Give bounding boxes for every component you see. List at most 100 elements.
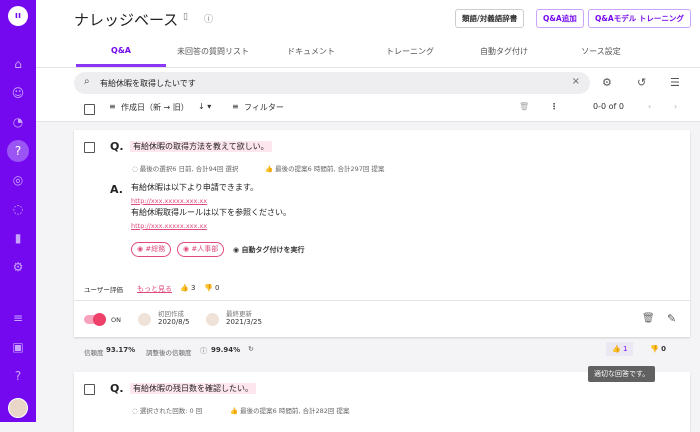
knowledge-base-icon[interactable]: ? xyxy=(7,140,29,162)
sidebar: ıı ⌂ ☺ ◔ ? ◎ ◌ ▮ ⚙ ≡ ▣ ? xyxy=(0,0,36,422)
select-all-checkbox[interactable] xyxy=(84,104,95,115)
search-input[interactable] xyxy=(100,75,560,91)
created-label: 初回作成 xyxy=(158,310,184,318)
answer-line: 有給休暇は以下より申請できます。 xyxy=(131,183,259,192)
answer-link[interactable]: http://xxx.xxxxx.xxx.xx xyxy=(131,195,291,208)
creator-avatar xyxy=(138,313,151,326)
message-icon[interactable]: ◌ xyxy=(9,200,27,218)
user-rating-label: ユーザー評価 xyxy=(84,286,123,294)
tab-source-settings[interactable]: ソース設定 xyxy=(556,46,646,57)
pagination-text: 0-0 of 0 xyxy=(593,102,624,111)
vote-up-count: 1 xyxy=(622,345,628,353)
rating-up-count: 3 xyxy=(190,284,196,292)
clear-icon[interactable]: × xyxy=(572,76,580,87)
delete-icon[interactable]: 🗑 xyxy=(519,102,529,111)
vote-up-button[interactable]: 👍 1 xyxy=(606,342,634,356)
logo-icon: ıı xyxy=(8,6,28,26)
chart-icon[interactable]: ▮ xyxy=(9,229,27,247)
rating-up: 👍 3 xyxy=(180,284,196,292)
search-bar: ⌕ × xyxy=(74,72,590,94)
selection-meta-text: 最後の選択6 日前, 合計94回 選択 xyxy=(139,165,239,173)
edit-icon[interactable]: ✎ xyxy=(667,312,676,325)
tune-icon[interactable]: ☰ xyxy=(670,76,680,89)
answer-line: 有給休暇取得ルールは以下を参照ください。 xyxy=(131,208,291,217)
analytics-icon[interactable]: ◎ xyxy=(9,171,27,189)
prev-page-icon[interactable]: ‹ xyxy=(648,102,651,111)
selection-meta-text: 選択された回数: 0 回 xyxy=(139,407,203,415)
selection-meta: ◌ 選択された回数: 0 回 xyxy=(132,407,203,415)
home-icon[interactable]: ⌂ xyxy=(9,55,27,73)
item-checkbox[interactable] xyxy=(84,142,95,153)
suggestion-meta-text: 最後の提案6 時間前, 合計282回 提案 xyxy=(240,407,350,415)
history-icon[interactable]: ↺ xyxy=(637,76,646,89)
tab-documents[interactable]: ドキュメント xyxy=(266,46,356,57)
sort-icon: ≡ xyxy=(109,102,116,111)
auto-tag-label: 自動タグ付けを実行 xyxy=(241,246,305,254)
refresh-icon[interactable]: ↻ xyxy=(248,345,254,353)
answer: 有給休暇は以下より申請できます。 http://xxx.xxxxx.xxx.xx… xyxy=(131,182,291,232)
qa-card: Q. 有給休暇の取得方法を教えて欲しい。 ◌ 最後の選択6 日前, 合計94回 … xyxy=(74,130,690,337)
tag-chip[interactable]: ◉ #総務 xyxy=(131,242,172,257)
suggestion-meta: 👍 最後の提案6 時間前, 合計297回 提案 xyxy=(265,165,385,173)
tab-unanswered[interactable]: 未回答の質問リスト xyxy=(168,46,258,57)
adjusted-confidence-label: 調整後の信頼度 xyxy=(146,349,192,357)
list-icon[interactable]: ≡ xyxy=(9,309,27,327)
adjusted-confidence-value: 99.94% xyxy=(211,346,241,354)
gift-icon[interactable]: ▣ xyxy=(9,338,27,356)
tab-training[interactable]: トレーニング xyxy=(365,46,455,57)
tag-label: #総務 xyxy=(145,245,166,253)
selection-meta: ◌ 最後の選択6 日前, 合計94回 選択 xyxy=(132,165,239,173)
created-date: 2020/8/5 xyxy=(158,318,190,326)
user-icon[interactable]: ☺ xyxy=(9,84,27,102)
updater-avatar xyxy=(206,313,219,326)
suggestion-meta-text: 最後の提案6 時間前, 合計297回 提案 xyxy=(275,165,385,173)
filter-icon: ≡ xyxy=(232,102,239,111)
updated-date: 2021/3/25 xyxy=(226,318,262,326)
gear-icon[interactable]: ⚙ xyxy=(602,76,612,89)
toggle-label: ON xyxy=(111,316,121,324)
train-model-button[interactable]: Q&Aモデル トレーニング xyxy=(588,9,691,28)
avatar[interactable] xyxy=(8,398,28,418)
question-text: 有給休暇の取得方法を教えて欲しい。 xyxy=(130,141,272,152)
confidence-label: 信頼度 xyxy=(84,349,104,357)
help-icon[interactable]: ? xyxy=(9,367,27,385)
suggestion-meta: 👍 最後の提案6 時間前, 合計282回 提案 xyxy=(230,407,350,415)
header: ナレッジベース ▯ ⓘ 類語/対義語辞書 Q&A追加 Q&Aモデル トレーニング… xyxy=(36,0,700,68)
q-label: Q. xyxy=(110,140,124,153)
tab-auto-tagging[interactable]: 自動タグ付け xyxy=(459,46,549,57)
tag-label: #人事部 xyxy=(191,245,219,253)
delete-icon[interactable]: 🗑 xyxy=(642,313,655,324)
chat-icon[interactable]: ◔ xyxy=(9,113,27,131)
vote-down-count: 0 xyxy=(661,345,667,353)
page-title: ナレッジベース xyxy=(74,11,179,29)
question-text: 有給休暇の残日数を確認したい。 xyxy=(130,383,256,394)
confidence-value: 93.17% xyxy=(106,346,136,354)
vote-down-button[interactable]: 👎 0 xyxy=(650,345,666,353)
enable-toggle[interactable] xyxy=(84,313,106,326)
add-qa-button[interactable]: Q&A追加 xyxy=(536,9,584,28)
active-tab-indicator xyxy=(76,64,166,67)
search-icon: ⌕ xyxy=(84,76,90,87)
more-icon[interactable]: ⋮ xyxy=(550,102,558,111)
see-more-link[interactable]: もっと見る xyxy=(137,284,172,294)
next-page-icon[interactable]: › xyxy=(674,102,677,111)
sort-direction-icon[interactable]: ↓ ▾ xyxy=(198,102,211,111)
card-footer: ON 初回作成 2020/8/5 最終更新 2021/3/25 🗑 ✎ xyxy=(74,300,690,337)
rating-down: 👎 0 xyxy=(204,284,220,292)
tab-qa[interactable]: Q&A xyxy=(76,46,166,55)
updated-label: 最終更新 xyxy=(226,310,252,318)
bookmark-icon[interactable]: ▯ xyxy=(183,12,188,22)
sort-select[interactable]: 作成日（新 → 旧） xyxy=(121,102,189,113)
help-icon[interactable]: ⓘ xyxy=(200,346,207,356)
settings-icon[interactable]: ⚙ xyxy=(9,258,27,276)
rating-down-count: 0 xyxy=(214,284,220,292)
a-label: A. xyxy=(110,183,123,196)
q-label: Q. xyxy=(110,382,124,395)
tag-chip[interactable]: ◉ #人事部 xyxy=(177,242,225,257)
help-icon[interactable]: ⓘ xyxy=(204,12,213,25)
synonym-dictionary-button[interactable]: 類語/対義語辞書 xyxy=(455,9,525,28)
item-checkbox[interactable] xyxy=(84,384,95,395)
answer-link[interactable]: http://xxx.xxxxx.xxx.xx xyxy=(131,220,291,233)
filter-button[interactable]: フィルター xyxy=(244,102,284,113)
auto-tag-button[interactable]: ◉ 自動タグ付けを実行 xyxy=(233,245,305,255)
